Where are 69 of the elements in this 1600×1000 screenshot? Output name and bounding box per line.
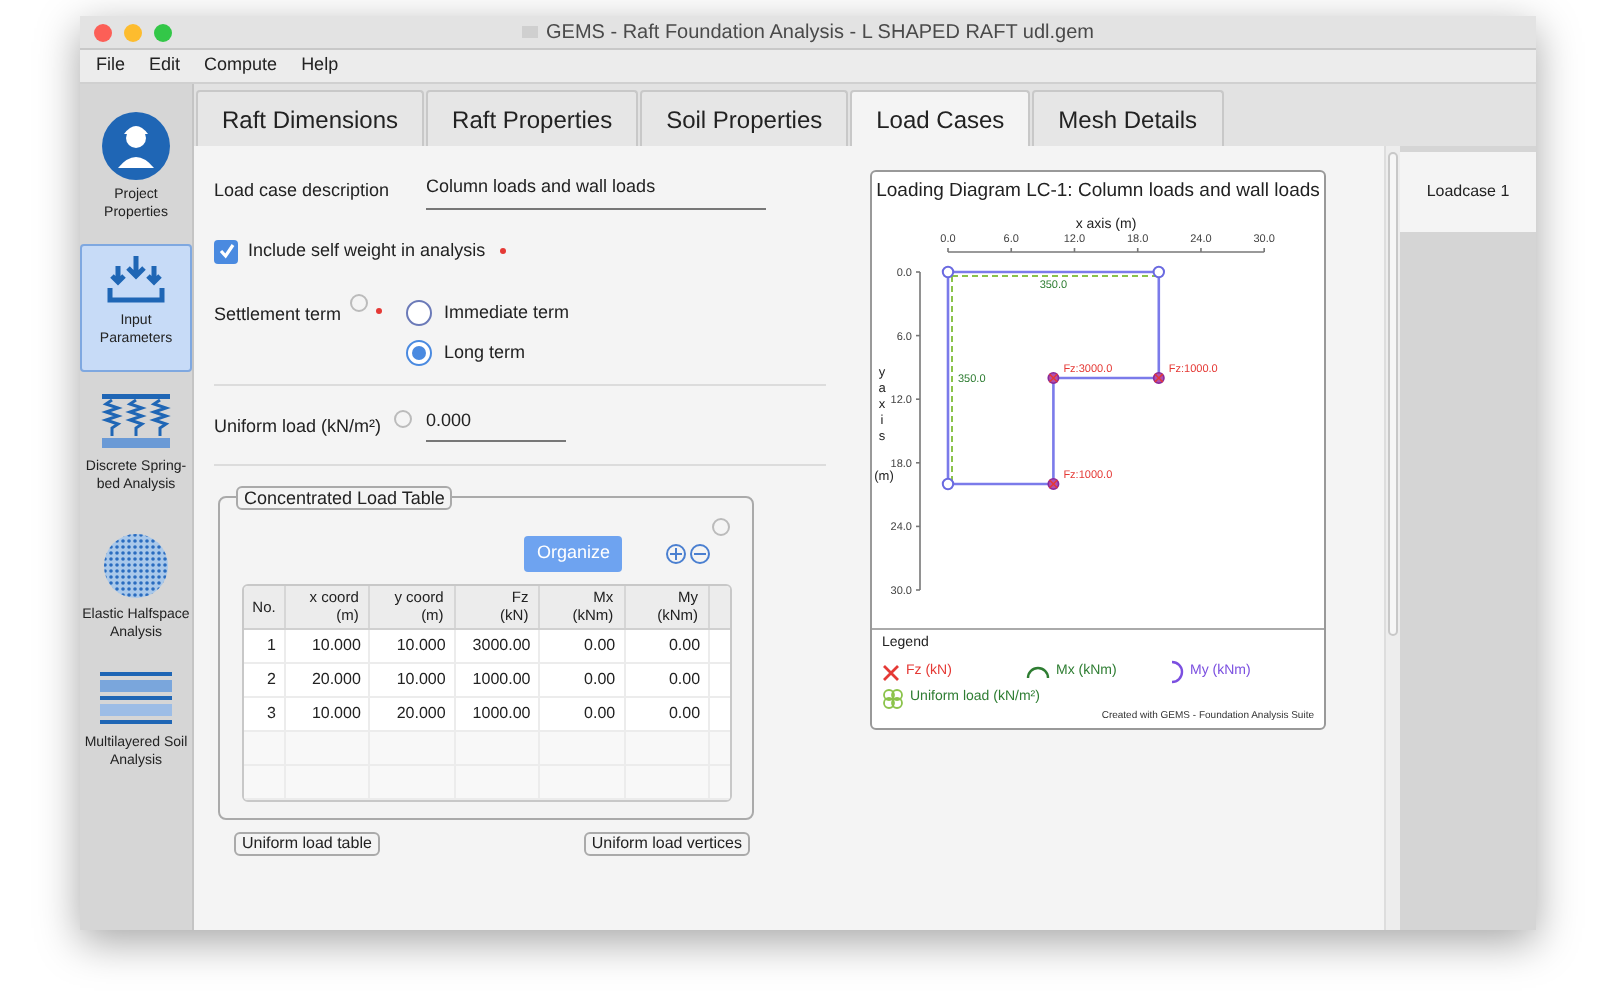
checkbox-label: Include self weight in analysis [248, 238, 486, 264]
table-cell: 2 [244, 663, 286, 695]
group-title: Concentrated Load Table [236, 485, 453, 509]
field-label: Settlement term [214, 301, 342, 327]
hatch-icon [882, 688, 904, 710]
group-title: Uniform load table [234, 831, 380, 855]
close-icon[interactable] [94, 23, 112, 41]
tab[interactable]: Soil Properties [640, 90, 849, 146]
arc-icon [1026, 665, 1050, 679]
text-field[interactable]: Column loads and wall loads [426, 174, 766, 210]
help-icon[interactable] [349, 293, 368, 311]
minimize-icon[interactable] [124, 23, 142, 41]
table-cell: 20.000 [370, 697, 456, 729]
side-tab[interactable]: Loadcase 1 [1400, 152, 1536, 232]
radio-label: Immediate term [444, 299, 570, 325]
text-field[interactable]: 0.000 [426, 407, 566, 443]
group-title: Uniform load vertices [583, 831, 750, 855]
springs-icon [100, 392, 172, 452]
radio-label: Long term [444, 340, 526, 366]
cross-icon [882, 663, 900, 681]
worker-icon [102, 112, 170, 180]
table-cell: 3000.00 [455, 629, 541, 661]
help-icon[interactable] [393, 409, 412, 428]
table-cell: 0.00 [540, 697, 626, 729]
table-cell: 1000.00 [455, 663, 541, 695]
radio-button[interactable] [406, 340, 432, 367]
zoom-icon[interactable] [154, 23, 172, 41]
menu-item[interactable]: File [96, 52, 126, 80]
table-cell: 0.00 [540, 663, 626, 695]
point-load-marker [1047, 372, 1060, 384]
vertex-node [941, 265, 955, 279]
table-cell: 0.00 [625, 663, 711, 695]
dotted-circle-icon [102, 532, 170, 600]
diagram-title: Loading Diagram LC-1: Column loads and wall loads [874, 178, 1322, 206]
point-load-marker [1047, 478, 1060, 490]
menu-item[interactable]: Compute [204, 52, 278, 80]
add-icon[interactable] [666, 543, 686, 563]
arc-icon [1170, 660, 1184, 684]
point-load-marker [1152, 372, 1165, 384]
tab[interactable]: Mesh Details [1032, 90, 1224, 146]
table-cell: 10.000 [286, 697, 371, 729]
field-label: Uniform load (kN/m²) [214, 413, 382, 440]
tab[interactable]: Load Cases [850, 90, 1031, 146]
down-arrows-icon [106, 254, 166, 306]
table-cell: 10.000 [286, 629, 371, 661]
help-icon[interactable] [712, 517, 730, 535]
table-cell: 20.000 [286, 663, 371, 695]
scrollbar[interactable] [1384, 146, 1400, 930]
tab[interactable]: Raft Dimensions [196, 90, 425, 146]
checkbox[interactable] [214, 239, 238, 264]
table-cell: 3 [244, 697, 286, 729]
table-cell: 0.00 [625, 697, 711, 729]
table-cell: 0.00 [625, 629, 711, 661]
table-cell: 1 [244, 629, 286, 661]
check-icon [217, 242, 235, 261]
vertex-node [1152, 265, 1165, 279]
tab[interactable]: Raft Properties [426, 90, 639, 146]
table-cell: 10.000 [370, 629, 456, 661]
table-cell: 1000.00 [455, 697, 541, 729]
remove-icon[interactable] [690, 543, 710, 563]
menu-item[interactable]: Edit [149, 52, 181, 80]
field-label: Load case description [214, 178, 392, 205]
table-cell: 10.000 [370, 663, 456, 695]
vertex-node [941, 477, 955, 491]
soil-layers-icon [100, 672, 172, 728]
window-title: GEMS - Raft Foundation Analysis - L SHAPED RAFT udl.gem [546, 19, 1094, 47]
radio-button[interactable] [406, 299, 432, 326]
table-cell: 0.00 [540, 629, 626, 661]
menu-item[interactable]: Help [301, 52, 339, 80]
